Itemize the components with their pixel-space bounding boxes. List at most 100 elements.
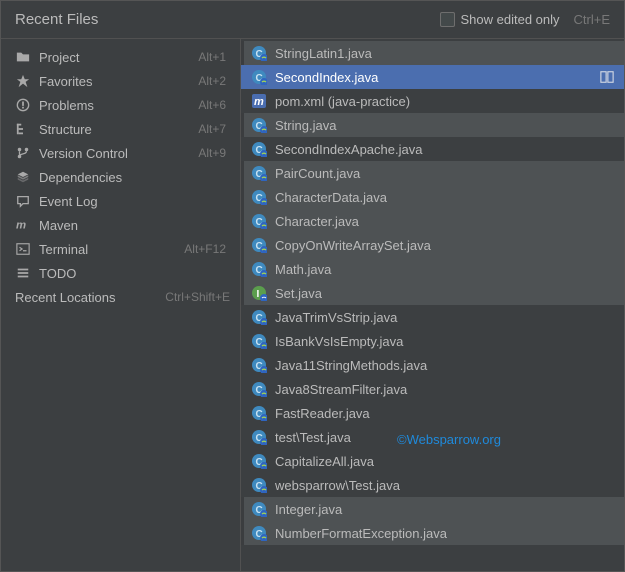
java-class-icon: C	[251, 141, 267, 157]
branch-icon	[15, 145, 31, 161]
maven-file-icon: m	[251, 93, 267, 109]
java-class-icon: C	[251, 453, 267, 469]
file-item[interactable]: C Math.java	[241, 257, 624, 281]
recent-files-list[interactable]: CStringLatin1.javaCSecondIndex.javampom.…	[241, 39, 624, 571]
file-item[interactable]: CSecondIndexApache.java	[241, 137, 624, 161]
sidebar-item-label: Version Control	[39, 146, 198, 161]
svg-text:m: m	[254, 96, 264, 108]
java-class-icon: C	[251, 477, 267, 493]
folder-icon	[15, 49, 31, 65]
file-label: Character.java	[275, 214, 614, 229]
java-class-icon: C	[251, 525, 267, 541]
java-class-icon: C	[251, 357, 267, 373]
file-item[interactable]: CNumberFormatException.java	[241, 521, 624, 545]
file-label: StringLatin1.java	[275, 46, 614, 61]
sidebar-item-label: Problems	[39, 98, 198, 113]
recent-locations-item[interactable]: Recent LocationsCtrl+Shift+E	[1, 285, 240, 309]
file-label: Java8StreamFilter.java	[275, 382, 614, 397]
file-label: Java11StringMethods.java	[275, 358, 614, 373]
sidebar-item-terminal[interactable]: TerminalAlt+F12	[1, 237, 240, 261]
star-icon	[15, 73, 31, 89]
file-item[interactable]: CCapitalizeAll.java	[241, 449, 624, 473]
sidebar-item-label: Structure	[39, 122, 198, 137]
sidebar-item-label: Terminal	[39, 242, 184, 257]
file-item[interactable]: C IsBankVsIsEmpty.java	[241, 329, 624, 353]
sidebar-item-label: Event Log	[39, 194, 226, 209]
layers-icon	[15, 169, 31, 185]
file-label: pom.xml (java-practice)	[275, 94, 614, 109]
sidebar-item-project[interactable]: ProjectAlt+1	[1, 45, 240, 69]
sidebar-item-shortcut: Alt+2	[198, 74, 226, 88]
file-item[interactable]: C String.java	[241, 113, 624, 137]
svg-text:m: m	[16, 220, 26, 232]
file-label: SecondIndex.java	[275, 70, 600, 85]
sidebar-item-shortcut: Alt+6	[198, 98, 226, 112]
file-label: JavaTrimVsStrip.java	[275, 310, 614, 325]
checkbox-shortcut: Ctrl+E	[574, 12, 610, 27]
file-item[interactable]: C SecondIndex.java	[241, 65, 624, 89]
file-item[interactable]: C Java8StreamFilter.java	[241, 377, 624, 401]
list-icon	[15, 265, 31, 281]
structure-icon	[15, 121, 31, 137]
recent-files-dialog: Recent Files Show edited only Ctrl+E Pro…	[0, 0, 625, 572]
sidebar-item-maven[interactable]: m Maven	[1, 213, 240, 237]
sidebar-item-event-log[interactable]: Event Log	[1, 189, 240, 213]
sidebar-item-shortcut: Alt+7	[198, 122, 226, 136]
file-item[interactable]: m pom.xml (java-practice)	[241, 89, 624, 113]
java-class-icon: C	[251, 69, 267, 85]
sidebar-item-structure[interactable]: StructureAlt+7	[1, 117, 240, 141]
recent-locations-shortcut: Ctrl+Shift+E	[165, 290, 230, 304]
file-label: IsBankVsIsEmpty.java	[275, 334, 614, 349]
file-item[interactable]: CStringLatin1.java	[241, 41, 624, 65]
file-item[interactable]: C CopyOnWriteArraySet.java	[241, 233, 624, 257]
file-label: Math.java	[275, 262, 614, 277]
java-class-icon: C	[251, 381, 267, 397]
show-edited-only-checkbox[interactable]: Show edited only Ctrl+E	[440, 12, 611, 27]
file-item[interactable]: CFastReader.java	[241, 401, 624, 425]
file-label: CharacterData.java	[275, 190, 614, 205]
file-item[interactable]: C Integer.java	[241, 497, 624, 521]
sidebar-item-todo[interactable]: TODO	[1, 261, 240, 285]
sidebar-item-favorites[interactable]: FavoritesAlt+2	[1, 69, 240, 93]
file-item[interactable]: C Java11StringMethods.java	[241, 353, 624, 377]
java-class-icon: C	[251, 237, 267, 253]
file-item[interactable]: I Set.java	[241, 281, 624, 305]
java-class-icon: C	[251, 261, 267, 277]
sidebar-item-label: Dependencies	[39, 170, 226, 185]
sidebar-item-version-control[interactable]: Version ControlAlt+9	[1, 141, 240, 165]
checkbox-icon	[440, 12, 455, 27]
sidebar-item-label: Project	[39, 50, 198, 65]
file-label: CopyOnWriteArraySet.java	[275, 238, 614, 253]
warning-icon	[15, 97, 31, 113]
file-item[interactable]: Cwebsparrow\Test.java	[241, 473, 624, 497]
java-class-icon: C	[251, 165, 267, 181]
file-item[interactable]: CCharacter.java	[241, 209, 624, 233]
file-label: websparrow\Test.java	[275, 478, 614, 493]
file-item[interactable]: C PairCount.java	[241, 161, 624, 185]
java-class-icon: C	[251, 117, 267, 133]
file-label: Integer.java	[275, 502, 614, 517]
java-class-icon: C	[251, 501, 267, 517]
split-icon	[600, 70, 614, 84]
java-interface-icon: I	[251, 285, 267, 301]
maven-icon: m	[15, 217, 31, 233]
sidebar-item-label: Maven	[39, 218, 226, 233]
file-item[interactable]: C JavaTrimVsStrip.java	[241, 305, 624, 329]
sidebar-item-shortcut: Alt+9	[198, 146, 226, 160]
file-label: PairCount.java	[275, 166, 614, 181]
file-label: Set.java	[275, 286, 614, 301]
dialog-header: Recent Files Show edited only Ctrl+E	[1, 1, 624, 39]
java-class-icon: C	[251, 189, 267, 205]
file-item[interactable]: C CharacterData.java	[241, 185, 624, 209]
checkbox-label: Show edited only	[461, 12, 560, 27]
file-label: String.java	[275, 118, 614, 133]
sidebar-item-problems[interactable]: ProblemsAlt+6	[1, 93, 240, 117]
sidebar-item-label: TODO	[39, 266, 226, 281]
dialog-body: ProjectAlt+1FavoritesAlt+2ProblemsAlt+6S…	[1, 39, 624, 571]
java-class-icon: C	[251, 429, 267, 445]
message-icon	[15, 193, 31, 209]
java-class-icon: C	[251, 333, 267, 349]
java-class-icon: C	[251, 309, 267, 325]
sidebar-item-dependencies[interactable]: Dependencies	[1, 165, 240, 189]
recent-locations-label: Recent Locations	[15, 290, 165, 305]
